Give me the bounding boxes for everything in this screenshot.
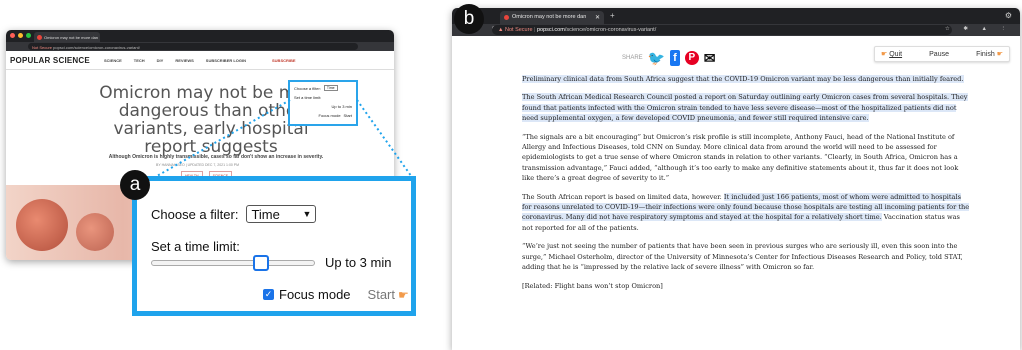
figure: Omicron may not be more dan Not Secure p… [0,0,1022,350]
browser-tab[interactable]: Omicron may not be more dan ✕ [500,11,604,24]
tab-title: Omicron may not be more dan [44,35,99,40]
virus-image [16,199,68,251]
article-text: “We’re just not seeing the number of pat… [522,242,963,272]
pointing-hand-icon: ☛ [996,51,1003,58]
url-text: popsci.com/science/omicron-coronavirus-v… [53,44,140,50]
time-label-small: Set a time limit: [294,95,322,100]
start-label: Start [367,287,396,302]
virus-image [76,213,114,251]
tab-bar: Omicron may not be more dan [6,30,394,42]
article-body: Preliminary clinical data from South Afr… [522,74,972,299]
focus-mode-label: Focus mode [279,287,351,302]
not-secure-label: Not Secure [32,44,53,50]
pointing-hand-icon: ☛ [398,287,409,302]
filter-label-small: Choose a filter: [294,85,321,91]
focus-label-small: Focus mode [318,113,341,118]
url-path: /science/omicron-coronavirus-variant/ [564,27,657,33]
reading-controls: ☛ Quit Pause Finish ☛ [874,46,1010,62]
address-bar: ← → C ▲ Not Secure | popsci.com/science/… [452,24,1020,36]
finish-button[interactable]: Finish ☛ [976,50,1003,58]
pause-button[interactable]: Pause [929,51,949,58]
browser-toolbar-icons[interactable]: ☆ ✱ ▲ ⋮ [945,26,1012,32]
nav-link-science[interactable]: SCIENCE [104,58,122,63]
browser-window-b: Omicron may not be more dan ✕ + ⚙ ← → C … [452,8,1020,350]
not-secure-label: Not Secure [504,27,533,33]
pinterest-icon[interactable]: P [684,51,699,65]
subscribe-link[interactable]: SUBSCRIBE [272,58,296,63]
twitter-icon[interactable]: 🐦 [648,50,665,66]
focus-mode-checkbox[interactable]: ✓ [263,289,274,300]
favicon-icon [37,35,42,40]
pointing-hand-icon: ☛ [881,51,888,58]
article-text: [Related: Flight bans won’t stop Omicron… [522,281,663,290]
range-text-small: Up to 3 min [331,104,352,109]
filter-select-small[interactable]: Time [323,85,338,91]
slider-thumb[interactable] [252,255,269,271]
article-text: The South African report is based on lim… [522,192,724,201]
article-paragraph: The South African report is based on lim… [522,192,972,234]
share-label: SHARE [622,55,643,61]
nav-link-diy[interactable]: DIY [157,58,164,63]
site-nav: POPULAR SCIENCE SCIENCE TECH DIY REVIEWS… [6,51,394,70]
browser-tab[interactable]: Omicron may not be more dan [34,32,100,42]
url-field[interactable]: Not Secure popsci.com/science/omicron-co… [28,43,358,50]
url-domain: popsci.com [537,27,565,33]
minimize-dot-icon[interactable] [18,33,23,38]
highlighted-text: The South African Medical Research Counc… [522,93,968,123]
start-button-small[interactable]: Start [344,113,352,118]
window-controls[interactable] [10,33,31,38]
close-dot-icon[interactable] [10,33,15,38]
filter-widget-zoomed: Choose a filter: Time ▼ Set a time limit… [132,176,416,316]
time-range-text: Up to 3 min [325,255,392,270]
tab-title: Omicron may not be more dan [512,14,587,20]
highlighted-text: Preliminary clinical data from South Afr… [522,75,964,83]
article-paragraph: “We’re just not seeing the number of pat… [522,241,972,272]
filter-widget-small: Choose a filter: Time Set a time limit: … [288,80,358,126]
panel-label-a: a [120,170,150,200]
chevron-down-icon: ▼ [302,209,312,219]
nav-link-tech[interactable]: TECH [134,58,145,63]
favicon-icon [504,15,509,20]
time-limit-label: Set a time limit: [151,239,240,254]
address-bar: Not Secure popsci.com/science/omicron-co… [6,42,394,51]
panel-label-b: b [454,4,484,34]
nav-link-reviews[interactable]: REVIEWS [175,58,193,63]
site-logo[interactable]: POPULAR SCIENCE [10,56,90,65]
article-paragraph: Preliminary clinical data from South Afr… [522,74,972,84]
article-text: “The signals are a bit encouraging” but … [522,132,959,183]
zoom-dot-icon[interactable] [26,33,31,38]
article-subheadline: Although Omicron is highly transmissible… [108,154,324,160]
nav-link-subscriber-login[interactable]: SUBSCRIBER LOGIN [206,58,246,63]
article-paragraph: “The signals are a bit encouraging” but … [522,132,972,184]
quit-label: Quit [889,51,903,58]
time-limit-slider[interactable] [151,255,315,271]
email-icon[interactable]: ✉ [704,50,716,66]
start-button[interactable]: Start ☛ [368,287,409,302]
url-field[interactable]: ▲ Not Secure | popsci.com/science/omicro… [492,25,952,35]
article-paragraph: The South African Medical Research Counc… [522,92,972,123]
finish-label: Finish [976,51,995,58]
tab-bar: Omicron may not be more dan ✕ + ⚙ [452,8,1020,24]
article-byline: BY HANNAH SEO | UPDATED DEC 7, 2021 1:00… [156,163,240,167]
article-paragraph: [Related: Flight bans won’t stop Omicron… [522,281,972,291]
filter-select-value: Time [251,206,280,222]
filter-select[interactable]: Time ▼ [246,205,317,223]
filter-label: Choose a filter: [151,206,239,222]
new-tab-icon[interactable]: + [610,11,615,20]
quit-button[interactable]: ☛ Quit [881,50,902,58]
facebook-icon[interactable]: f [670,50,680,66]
warning-icon: ▲ [498,27,504,33]
share-bar: SHARE 🐦 f P ✉ [622,50,716,66]
close-tab-icon[interactable]: ✕ [595,14,600,21]
settings-icon[interactable]: ⚙ [1005,11,1012,20]
